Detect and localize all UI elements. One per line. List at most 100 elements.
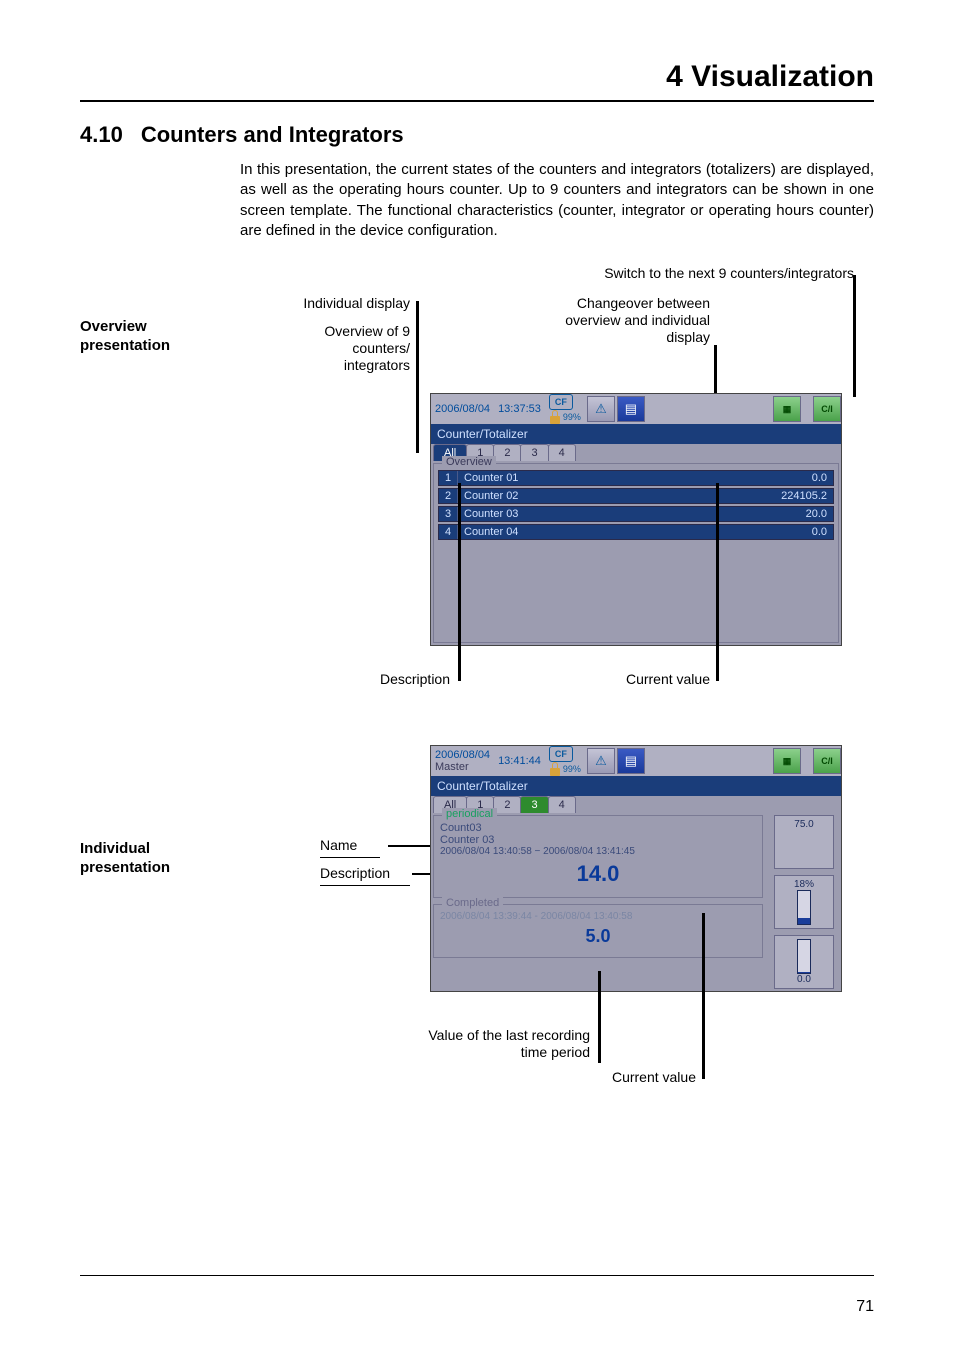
overview-panel: Overview 1 Counter 01 0.0 2 Counter 02 2… (433, 463, 839, 643)
device-topbar: 2006/08/04 13:37:53 CF 99% ⚠ ▤ ▦ (431, 394, 841, 424)
chart-icon[interactable]: ▤ (617, 748, 645, 774)
callout-description: Description (320, 865, 390, 881)
storage-pct: 99% (563, 412, 581, 422)
row-value: 0.0 (731, 525, 833, 539)
mini-mid-pct: 18% (794, 879, 814, 890)
chapter-rule (80, 100, 874, 102)
callout-changeover: Changeover between overview and individu… (520, 295, 710, 345)
leader-line (702, 913, 705, 1079)
callout-name: Name (320, 837, 357, 853)
mini-bot-box: 0.0 (774, 935, 834, 989)
leader-line (598, 971, 601, 1063)
mini-mid-box: 18% (774, 875, 834, 929)
row-index: 4 (439, 525, 458, 539)
body-paragraph: In this presentation, the current states… (240, 160, 874, 241)
callout-value-last: Value of the last recording time period (410, 1027, 590, 1061)
row-index: 1 (439, 471, 458, 485)
row-value: 224105.2 (731, 489, 833, 503)
tab-3[interactable]: 3 (520, 796, 548, 813)
tab-4[interactable]: 4 (548, 444, 576, 461)
row-value: 0.0 (731, 471, 833, 485)
side-label-overview: Overview presentation (80, 318, 230, 356)
overview-panel-title: Overview (442, 456, 496, 468)
individual-figure: Name Description 2006/08/04 Master 13:41… (240, 745, 874, 1125)
device-titlebar: Counter/Totalizer (431, 776, 841, 796)
callout-description: Description (340, 671, 450, 688)
counter-row[interactable]: 1 Counter 01 0.0 (438, 470, 834, 486)
device-topbar: 2006/08/04 Master 13:41:44 CF 99% ⚠ ▤ (431, 746, 841, 776)
counter-desc: Counter 03 (440, 834, 756, 846)
periodical-range: 2006/08/04 13:40:58 − 2006/08/04 13:41:4… (440, 846, 756, 857)
chart-icon[interactable]: ▤ (617, 396, 645, 422)
lock-icon (549, 762, 561, 776)
view-toggle-button[interactable]: ▦ (773, 748, 801, 774)
counter-name: Count03 (440, 822, 756, 834)
underline (320, 885, 410, 886)
row-name: Counter 03 (458, 507, 731, 521)
counter-row[interactable]: 2 Counter 02 224105.2 (438, 488, 834, 504)
leader-line (714, 345, 717, 397)
section-heading: Counters and Integrators (141, 122, 404, 148)
underline (320, 857, 380, 858)
lock-icon (549, 410, 561, 424)
completed-value: 5.0 (440, 926, 756, 947)
device-time: 13:37:53 (494, 401, 545, 417)
tab-3[interactable]: 3 (520, 444, 548, 461)
leader-line (458, 483, 461, 681)
alarm-icon[interactable]: ⚠ (587, 748, 615, 774)
section-title: 4.10 Counters and Integrators (80, 122, 874, 148)
counter-row[interactable]: 3 Counter 03 20.0 (438, 506, 834, 522)
callout-current-value-2: Current value (576, 1069, 696, 1086)
mini-top-box: 75.0 (774, 815, 834, 869)
callout-current-value: Current value (590, 671, 710, 688)
leader-line (416, 333, 419, 453)
row-index: 3 (439, 507, 458, 521)
mini-top-val: 75.0 (794, 819, 813, 830)
storage-pct: 99% (563, 764, 581, 774)
row-index: 2 (439, 489, 458, 503)
next-counters-button[interactable]: C/I (813, 748, 841, 774)
device-date: 2006/08/04 Master (431, 747, 494, 775)
periodical-fieldset: periodical Count03 Counter 03 2006/08/04… (433, 815, 763, 898)
overview-figure: Switch to the next 9 counters/integrator… (240, 265, 874, 745)
cf-icon: CF (549, 746, 573, 762)
device-screen-overview: 2006/08/04 13:37:53 CF 99% ⚠ ▤ ▦ (430, 393, 842, 646)
chapter-title: 4 Visualization (80, 60, 874, 94)
row-value: 20.0 (731, 507, 833, 521)
page-number: 71 (856, 1298, 874, 1316)
device-screen-individual: 2006/08/04 Master 13:41:44 CF 99% ⚠ ▤ (430, 745, 842, 992)
view-toggle-button[interactable]: ▦ (773, 396, 801, 422)
row-name: Counter 04 (458, 525, 731, 539)
counter-row[interactable]: 4 Counter 04 0.0 (438, 524, 834, 540)
cf-icon: CF (549, 394, 573, 410)
device-titlebar: Counter/Totalizer (431, 424, 841, 444)
completed-range: 2006/08/04 13:39:44 - 2006/08/04 13:40:5… (440, 911, 756, 922)
tab-4[interactable]: 4 (548, 796, 576, 813)
mini-bar (797, 939, 811, 974)
next-counters-button[interactable]: C/I (813, 396, 841, 422)
periodical-value: 14.0 (440, 861, 756, 887)
callout-individual-display: Individual display (260, 295, 410, 312)
row-name: Counter 02 (458, 489, 731, 503)
tab-2[interactable]: 2 (493, 444, 521, 461)
device-time: 13:41:44 (494, 753, 545, 769)
tab-2[interactable]: 2 (493, 796, 521, 813)
callout-switch-next: Switch to the next 9 counters/integrator… (494, 265, 854, 282)
side-label-individual: Individual presentation (80, 840, 230, 878)
completed-fieldset: Completed 2006/08/04 13:39:44 - 2006/08/… (433, 904, 763, 958)
periodical-title: periodical (442, 808, 497, 820)
leader-line (716, 483, 719, 681)
row-name: Counter 01 (458, 471, 731, 485)
leader-line (388, 845, 436, 847)
completed-title: Completed (442, 897, 503, 909)
mini-bar-fill (798, 972, 810, 973)
alarm-icon[interactable]: ⚠ (587, 396, 615, 422)
device-date: 2006/08/04 (431, 401, 494, 417)
mini-bar (797, 890, 811, 925)
mini-bot-val: 0.0 (797, 974, 811, 985)
footer-rule (80, 1275, 874, 1276)
leader-line (853, 275, 856, 397)
mini-bar-fill (798, 918, 810, 924)
callout-overview-of: Overview of 9 counters/ integrators (300, 323, 410, 373)
section-number: 4.10 (80, 122, 123, 148)
